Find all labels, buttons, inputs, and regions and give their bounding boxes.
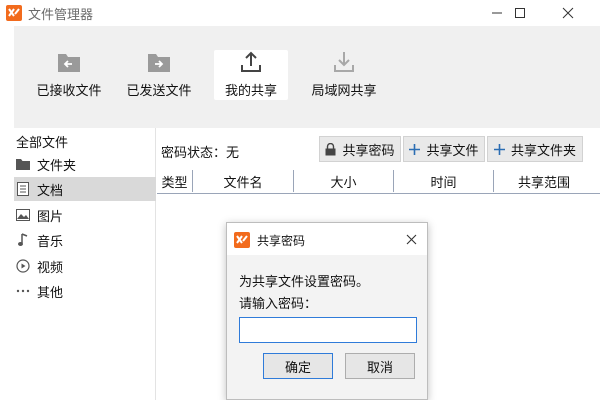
ellipsis-icon [16,284,30,298]
lock-icon [325,142,336,156]
plus-icon [409,143,421,155]
dialog-message: 为共享文件设置密码。 [239,275,370,290]
toolbar-item-label: 已接收文件 [36,84,102,99]
video-play-icon [16,259,30,273]
title-bar: 文件管理器 [0,0,600,26]
close-button[interactable] [545,0,591,26]
sent-folder-icon [148,54,170,72]
share-folder-label: 共享文件夹 [510,143,576,159]
plus-icon [493,143,505,155]
password-prompt-label: 请输入密码： [239,297,318,312]
sidebar-item-videos[interactable]: 视频 [14,254,156,278]
dialog-title: 共享密码 [257,234,306,248]
maximize-button[interactable] [497,0,543,26]
column-header-filename[interactable]: 文件名 [193,168,293,194]
document-icon [16,182,30,196]
column-header-type[interactable]: 类型 [157,168,192,194]
app-logo-icon [234,232,250,248]
sidebar-item-label: 图片 [37,209,64,225]
sidebar-item-folders[interactable]: 文件夹 [14,152,156,176]
music-note-icon [16,233,30,247]
app-logo-icon [6,5,22,21]
image-icon [16,208,30,222]
dialog-title-bar: 共享密码 [227,223,427,255]
password-status: 密码状态：无 [161,146,240,161]
sidebar-item-documents[interactable]: 文档 [14,177,156,201]
share-password-dialog: 共享密码 为共享文件设置密码。 请输入密码： 确定 取消 [226,222,428,400]
toolbar-sent-files[interactable]: 已发送文件 [122,50,196,100]
column-header-size[interactable]: 大小 [294,168,393,194]
sidebar: 全部文件 文件夹 文档 图片 音乐 视频 其他 [14,128,156,400]
sidebar-item-label: 音乐 [37,234,64,250]
folder-icon [16,157,30,171]
sidebar-item-other[interactable]: 其他 [14,279,156,303]
toolbar-item-label: 我的共享 [224,84,277,99]
column-header-time[interactable]: 时间 [394,168,493,194]
sidebar-item-label: 视频 [37,260,64,276]
file-table-header: 类型 文件名 大小 时间 共享范围 [157,168,600,194]
window-title: 文件管理器 [28,8,94,23]
toolbar: 已接收文件 已发送文件 我的共享 局域网共享 [14,26,600,128]
file-manager-window: 文件管理器 已接收文件 已发送文件 我的共享 局域网共享 全部文件 文件夹 文档… [0,0,600,400]
sidebar-item-label: 文档 [37,183,64,199]
toolbar-item-label: 已发送文件 [126,84,192,99]
toolbar-my-share[interactable]: 我的共享 [214,50,288,100]
download-lan-icon [334,52,354,72]
sidebar-item-music[interactable]: 音乐 [14,228,156,252]
share-folder-button[interactable]: 共享文件夹 [487,136,583,162]
toolbar-item-label: 局域网共享 [311,84,377,99]
dialog-close-button[interactable] [401,229,421,249]
sidebar-item-images[interactable]: 图片 [14,203,156,227]
received-folder-icon [58,54,80,72]
upload-share-icon [241,51,261,72]
toolbar-lan-share[interactable]: 局域网共享 [307,50,381,100]
maximize-icon [515,8,525,18]
password-input[interactable] [239,317,417,343]
sidebar-item-label: 其他 [37,285,64,301]
share-file-label: 共享文件 [426,143,479,159]
column-header-share-scope[interactable]: 共享范围 [494,168,594,194]
close-icon [562,7,574,19]
cancel-button[interactable]: 取消 [345,353,415,379]
share-password-label: 共享密码 [342,143,395,159]
toolbar-received-files[interactable]: 已接收文件 [32,50,106,100]
sidebar-header-all-files[interactable]: 全部文件 [16,132,68,151]
ok-button[interactable]: 确定 [263,353,333,379]
share-file-button[interactable]: 共享文件 [403,136,485,162]
close-icon [406,234,416,244]
sidebar-item-label: 文件夹 [37,158,77,174]
share-password-button[interactable]: 共享密码 [319,136,401,162]
